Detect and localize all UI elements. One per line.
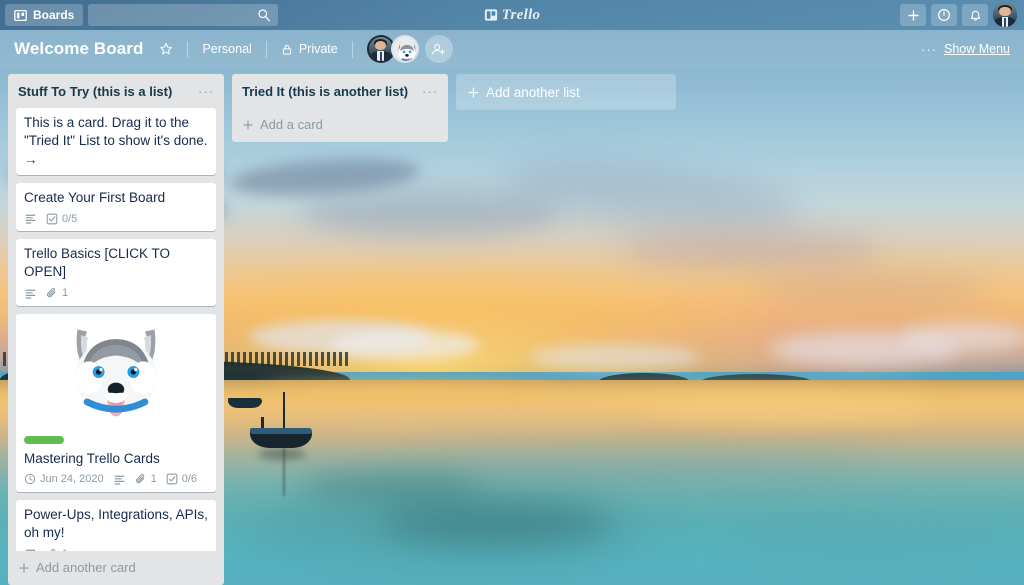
card-power-ups[interactable]: Power-Ups, Integrations, APIs, oh my! — [16, 499, 216, 551]
board-header: Welcome Board Personal Private ··· Show … — [0, 30, 1024, 68]
user-avatar[interactable] — [993, 3, 1017, 27]
attachment-icon — [135, 473, 147, 485]
add-member-button[interactable] — [424, 35, 453, 63]
list-stuff-to-try: Stuff To Try (this is a list) ··· This i… — [8, 74, 224, 585]
card-label-green — [24, 435, 64, 444]
star-button[interactable] — [151, 38, 181, 60]
trello-logo-icon — [484, 8, 498, 22]
card-badges: Jun 24, 2020 1 0/6 — [24, 473, 208, 486]
lock-icon — [281, 43, 293, 56]
notifications-button[interactable] — [962, 4, 988, 26]
add-a-card-label: Add a card — [260, 117, 323, 133]
checklist-badge: 0/6 — [166, 473, 197, 485]
trello-logo-text: Trello — [501, 6, 541, 23]
list-tried-it: Tried It (this is another list) ··· Add … — [232, 74, 448, 143]
checklist-icon — [166, 473, 178, 485]
description-icon — [113, 473, 126, 486]
board-menu-dots[interactable]: ··· — [921, 42, 937, 57]
cards-container[interactable]: This is a card. Drag it to the "Tried It… — [8, 108, 224, 551]
list-header: Stuff To Try (this is a list) ··· — [8, 74, 224, 108]
card-cover-husky — [16, 313, 216, 430]
trello-app: Boards Trello Welcome Board Personal Pri… — [0, 0, 1024, 585]
plus-icon — [242, 119, 254, 131]
card-title: Create Your First Board — [24, 189, 166, 205]
attachment-count: 1 — [150, 473, 157, 486]
info-button[interactable] — [931, 4, 957, 26]
card-title: Mastering Trello Cards — [24, 450, 160, 466]
add-another-list-button[interactable]: Add another list — [456, 74, 676, 110]
list-menu-button[interactable]: ··· — [420, 84, 440, 99]
add-another-list-label: Add another list — [486, 84, 580, 100]
boards-button[interactable]: Boards — [5, 4, 84, 26]
divider — [351, 40, 353, 58]
team-name-label: Personal — [202, 42, 252, 56]
attachment-icon — [46, 287, 58, 299]
plus-icon — [467, 86, 480, 99]
due-date-badge: Jun 24, 2020 — [24, 473, 104, 485]
board-icon — [14, 9, 27, 22]
show-menu-link[interactable]: Show Menu — [944, 42, 1010, 56]
board-canvas: Stuff To Try (this is a list) ··· This i… — [0, 68, 1024, 585]
description-icon — [24, 212, 37, 225]
board-members — [366, 35, 419, 63]
card-badges: 1 — [24, 287, 208, 300]
list-menu-button[interactable]: ··· — [196, 84, 216, 99]
plus-icon — [18, 562, 30, 574]
card-title: Power-Ups, Integrations, APIs, oh my! — [24, 506, 208, 540]
visibility-button[interactable]: Private — [273, 38, 346, 60]
checklist-icon — [46, 213, 58, 225]
list-title[interactable]: Tried It (this is another list) — [242, 84, 414, 100]
team-name-button[interactable]: Personal — [194, 38, 259, 60]
description-icon — [24, 287, 37, 300]
checklist-badge: 0/5 — [46, 213, 77, 225]
search-icon — [257, 8, 271, 22]
list-title[interactable]: Stuff To Try (this is a list) — [18, 84, 190, 100]
visibility-label: Private — [298, 42, 338, 56]
star-icon — [159, 42, 173, 56]
clock-icon — [24, 473, 36, 485]
card-this-is-a-card[interactable]: This is a card. Drag it to the "Tried It… — [16, 108, 216, 175]
card-mastering-trello-cards[interactable]: Mastering Trello Cards Jun 24, 2020 1 0/… — [16, 313, 216, 492]
list-header: Tried It (this is another list) ··· — [232, 74, 448, 108]
divider — [265, 40, 267, 58]
checklist-count: 0/6 — [181, 473, 198, 486]
card-title: This is a card. Drag it to the "Tried It… — [24, 115, 208, 167]
search-input[interactable] — [88, 4, 279, 26]
search-box[interactable] — [88, 4, 279, 26]
attachment-count: 1 — [62, 287, 69, 300]
member-avatar-husky[interactable] — [390, 35, 419, 63]
card-title: Trello Basics [CLICK TO OPEN] — [24, 246, 171, 280]
boards-button-label: Boards — [33, 8, 75, 22]
checklist-count: 0/5 — [62, 212, 78, 225]
add-another-card-button[interactable]: Add another card — [8, 551, 224, 585]
add-another-card-label: Add another card — [36, 560, 136, 575]
add-a-card-button[interactable]: Add a card — [232, 108, 448, 142]
page-title[interactable]: Welcome Board — [14, 39, 143, 59]
card-trello-basics[interactable]: Trello Basics [CLICK TO OPEN] 1 — [16, 239, 216, 306]
add-button[interactable] — [900, 4, 926, 26]
card-badges: 0/5 — [24, 212, 208, 225]
top-navigation-bar: Boards Trello — [0, 0, 1024, 30]
divider — [187, 40, 189, 58]
card-create-your-first-board[interactable]: Create Your First Board 0/5 — [16, 182, 216, 232]
attachment-badge: 1 — [46, 287, 68, 299]
attachment-badge: 1 — [135, 473, 157, 485]
due-date-text: Jun 24, 2020 — [40, 473, 104, 486]
